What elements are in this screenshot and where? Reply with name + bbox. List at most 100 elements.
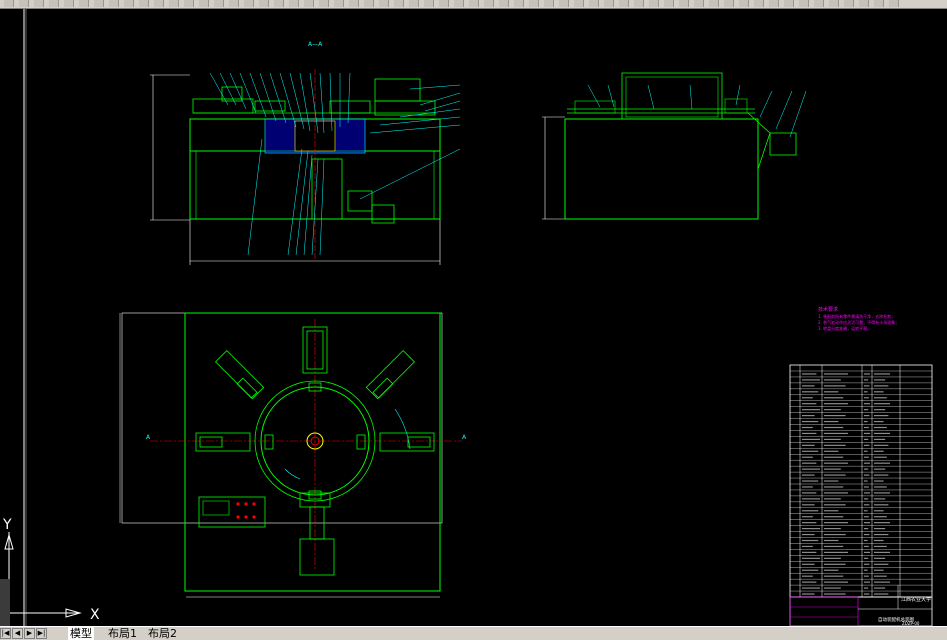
nav-first-button[interactable]: |◀ bbox=[0, 628, 11, 639]
parts-cell-text bbox=[874, 551, 890, 553]
nav-last-button[interactable]: ▶| bbox=[36, 628, 47, 639]
parts-cell-text bbox=[864, 522, 870, 524]
toolbar-button[interactable] bbox=[19, 0, 29, 7]
toolbar-button[interactable] bbox=[214, 0, 224, 7]
toolbar-button[interactable] bbox=[469, 0, 479, 7]
toolbar-button[interactable] bbox=[49, 0, 59, 7]
toolbar-button[interactable] bbox=[664, 0, 674, 7]
toolbar-button[interactable] bbox=[109, 0, 119, 7]
toolbar-button[interactable] bbox=[139, 0, 149, 7]
parts-cell-text bbox=[864, 462, 870, 464]
parts-cell-text bbox=[864, 528, 869, 530]
toolbar-button[interactable] bbox=[754, 0, 764, 7]
tab-layout-2[interactable]: 布局2 bbox=[146, 627, 179, 640]
toolbar-button[interactable] bbox=[844, 0, 854, 7]
toolbar-button[interactable] bbox=[349, 0, 359, 7]
parts-cell-text bbox=[864, 569, 868, 571]
parts-cell-text bbox=[874, 522, 890, 524]
toolbar-button[interactable] bbox=[589, 0, 599, 7]
parts-list[interactable] bbox=[789, 364, 933, 598]
parts-cell-text bbox=[802, 492, 817, 494]
toolbar-button[interactable] bbox=[304, 0, 314, 7]
toolbar-button[interactable] bbox=[379, 0, 389, 7]
parts-cell-text bbox=[864, 474, 870, 476]
toolbar-button[interactable] bbox=[184, 0, 194, 7]
toolbar-button[interactable] bbox=[79, 0, 89, 7]
toolbar-button[interactable] bbox=[274, 0, 284, 7]
parts-cell-text bbox=[864, 426, 869, 429]
toolbar-button[interactable] bbox=[94, 0, 104, 7]
parts-cell-text bbox=[802, 551, 817, 553]
toolbar-button[interactable] bbox=[259, 0, 269, 7]
toolbar-button[interactable] bbox=[244, 0, 254, 7]
toolbar-button[interactable] bbox=[649, 0, 659, 7]
toolbar-button[interactable] bbox=[424, 0, 434, 7]
toolbar-button[interactable] bbox=[874, 0, 884, 7]
parts-cell-text bbox=[824, 510, 839, 512]
toolbar-button[interactable] bbox=[859, 0, 869, 7]
toolbar-button[interactable] bbox=[394, 0, 404, 7]
toolbar-button[interactable] bbox=[889, 0, 899, 7]
nav-next-button[interactable]: ▶ bbox=[24, 628, 35, 639]
tab-model[interactable]: 模型 bbox=[68, 627, 94, 640]
toolbar-button[interactable] bbox=[814, 0, 824, 7]
toolbar-button[interactable] bbox=[334, 0, 344, 7]
toolbar-button[interactable] bbox=[559, 0, 569, 7]
parts-cell-text bbox=[824, 462, 848, 464]
parts-cell-text bbox=[824, 551, 848, 553]
technical-notes: 技术要求 1. 装配前所有零件需清洗干净，去除毛刺； 2. 各气缸动作应灵活可靠… bbox=[818, 306, 899, 331]
toolbar-button[interactable] bbox=[529, 0, 539, 7]
toolbar-button[interactable] bbox=[64, 0, 74, 7]
parts-cell-text bbox=[824, 468, 841, 470]
parts-cell-text bbox=[824, 587, 841, 589]
toolbar-button[interactable] bbox=[709, 0, 719, 7]
toolbar-button[interactable] bbox=[799, 0, 809, 7]
section-label: A—A bbox=[308, 41, 323, 48]
parts-cell-text bbox=[802, 438, 820, 440]
tab-layout-1[interactable]: 布局1 bbox=[106, 627, 139, 640]
front-view[interactable]: A—A bbox=[150, 41, 461, 265]
parts-cell-text bbox=[874, 373, 890, 375]
toolbar-button[interactable] bbox=[199, 0, 209, 7]
parts-cell-text bbox=[802, 468, 820, 470]
toolbar-button[interactable] bbox=[499, 0, 509, 7]
school-name: 江西农业大学 bbox=[901, 596, 931, 603]
nav-prev-button[interactable]: ◀ bbox=[12, 628, 23, 639]
toolbar-button[interactable] bbox=[289, 0, 299, 7]
toolbar-button[interactable] bbox=[484, 0, 494, 7]
model-viewport[interactable]: A—A A A 技术要求 1. 装配前所有零件需清洗干净，去除毛刺； 2. 各气… bbox=[0, 9, 947, 629]
toolbar-button[interactable] bbox=[154, 0, 164, 7]
parts-cell-text bbox=[874, 498, 886, 500]
toolbar-button[interactable] bbox=[124, 0, 134, 7]
toolbar-button[interactable] bbox=[364, 0, 374, 7]
toolbar-button[interactable] bbox=[4, 0, 14, 7]
side-view[interactable] bbox=[542, 72, 807, 220]
toolbar-button[interactable] bbox=[439, 0, 449, 7]
toolbar-button[interactable] bbox=[319, 0, 329, 7]
toolbar-button[interactable] bbox=[724, 0, 734, 7]
toolbar-button[interactable] bbox=[514, 0, 524, 7]
toolbar-button[interactable] bbox=[169, 0, 179, 7]
toolbar-button[interactable] bbox=[409, 0, 419, 7]
toolbar-button[interactable] bbox=[679, 0, 689, 7]
parts-cell-text bbox=[864, 444, 870, 446]
parts-cell-text bbox=[864, 539, 868, 542]
toolbar-button[interactable] bbox=[454, 0, 464, 7]
cad-drawing[interactable]: A—A A A 技术要求 1. 装配前所有零件需清洗干净，去除毛刺； 2. 各气… bbox=[0, 9, 947, 626]
toolbar-button[interactable] bbox=[829, 0, 839, 7]
toolbar-button[interactable] bbox=[544, 0, 554, 7]
parts-cell-text bbox=[874, 420, 884, 423]
toolbar-button[interactable] bbox=[229, 0, 239, 7]
toolbar-button[interactable] bbox=[634, 0, 644, 7]
toolbar-button[interactable] bbox=[694, 0, 704, 7]
toolbar-button[interactable] bbox=[604, 0, 614, 7]
toolbar-button[interactable] bbox=[784, 0, 794, 7]
toolbar-button[interactable] bbox=[739, 0, 749, 7]
toolbar-button[interactable] bbox=[619, 0, 629, 7]
toolbar-button[interactable] bbox=[769, 0, 779, 7]
toolbar-button[interactable] bbox=[34, 0, 44, 7]
parts-cell-text bbox=[802, 391, 819, 393]
top-view[interactable]: A A bbox=[119, 312, 467, 598]
parts-cell-text bbox=[864, 486, 869, 488]
toolbar-button[interactable] bbox=[574, 0, 584, 7]
